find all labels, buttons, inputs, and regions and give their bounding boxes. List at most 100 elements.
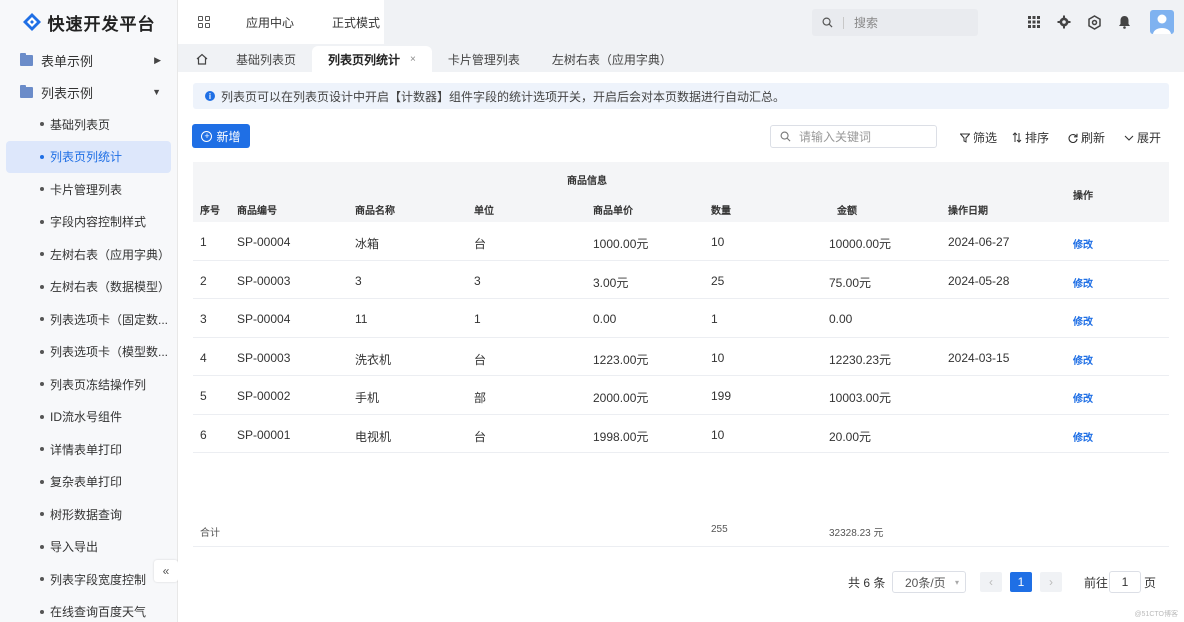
- sidebar-item-label: 基础列表页: [50, 117, 111, 132]
- cell-code: SP-00004: [237, 312, 291, 326]
- edit-link[interactable]: 修改: [1073, 236, 1093, 251]
- settings-icon[interactable]: [1086, 14, 1102, 30]
- next-page-button[interactable]: ›: [1040, 572, 1062, 592]
- user-avatar[interactable]: [1150, 10, 1174, 34]
- cell-price: 1998.00元: [593, 429, 649, 444]
- bullet-icon: [40, 544, 44, 549]
- refresh-button[interactable]: 刷新: [1068, 129, 1105, 146]
- chevron-down-icon: ▾: [954, 577, 959, 587]
- menu-group-list-examples[interactable]: 列表示例 ▼: [0, 76, 177, 108]
- sidebar-item[interactable]: 详情表单打印: [6, 433, 171, 466]
- cell-unit: 台: [474, 429, 487, 444]
- cell-code: SP-00003: [237, 273, 291, 288]
- tab-home[interactable]: [178, 46, 220, 72]
- sidebar-item[interactable]: 列表字段宽度控制: [6, 563, 171, 596]
- sidebar-item-label: 列表选项卡（固定数...: [50, 312, 169, 327]
- cell-name: 手机: [355, 391, 380, 405]
- sidebar-item-label: 详情表单打印: [50, 442, 123, 457]
- sidebar-item[interactable]: 复杂表单打印: [6, 466, 171, 499]
- bell-icon[interactable]: [1116, 14, 1132, 30]
- nav-app-center[interactable]: 应用中心: [246, 14, 294, 31]
- sidebar-item[interactable]: 列表页列统计: [6, 140, 171, 173]
- cell-name: 冰箱: [355, 237, 380, 251]
- plus-icon: +: [201, 130, 213, 142]
- sidebar-item[interactable]: 左树右表（应用字典）: [6, 238, 171, 271]
- page-size-select[interactable]: 20条/页 ▾: [892, 571, 966, 593]
- sidebar-item-label: 列表字段宽度控制: [50, 572, 147, 587]
- goto-page-input[interactable]: 1: [1109, 571, 1141, 593]
- edit-link[interactable]: 修改: [1073, 390, 1093, 405]
- menu-group-label: 列表示例: [41, 85, 94, 101]
- sidebar-item[interactable]: 导入导出: [6, 531, 171, 564]
- cell-seq: 3: [200, 312, 207, 326]
- tab-basic-list[interactable]: 基础列表页: [220, 46, 312, 72]
- summary-label: 合计: [200, 528, 220, 539]
- search-placeholder: 搜索: [854, 16, 879, 30]
- column-header: 商品单价: [593, 206, 633, 217]
- main-content: i 列表页可以在列表页设计中开启【计数器】组件字段的统计选项开关，开启后会对本页…: [178, 72, 1184, 622]
- bullet-icon: [40, 609, 44, 614]
- sidebar-item-label: 字段内容控制样式: [50, 215, 147, 230]
- column-header: 操作日期: [948, 206, 988, 217]
- sidebar-item-label: 列表选项卡（模型数...: [50, 345, 169, 360]
- tab-card-list[interactable]: 卡片管理列表: [432, 46, 536, 72]
- global-search-input[interactable]: 搜索: [812, 9, 978, 36]
- cell-qty: 10: [711, 350, 725, 365]
- refresh-icon: [1068, 133, 1078, 143]
- keyword-search-input[interactable]: 请输入关键词: [770, 125, 937, 148]
- summary-row: 合计 255 32328.23 元: [193, 517, 1169, 547]
- cell-seq: 2: [200, 273, 207, 288]
- sidebar-item[interactable]: 左树右表（数据模型）: [6, 271, 171, 304]
- sidebar-item[interactable]: ID流水号组件: [6, 401, 171, 434]
- sidebar-item[interactable]: 列表选项卡（固定数...: [6, 303, 171, 336]
- expand-button[interactable]: 展开: [1124, 129, 1161, 146]
- table-header: 商品信息 序号 商品编号 商品名称 单位 商品单价 数量 金额 操作日期 操作: [193, 162, 1169, 222]
- edit-link[interactable]: 修改: [1073, 352, 1093, 367]
- sidebar-item[interactable]: 列表页冻结操作列: [6, 368, 171, 401]
- gear-icon[interactable]: [1056, 14, 1072, 30]
- add-button[interactable]: + 新增: [192, 124, 250, 148]
- bullet-icon: [40, 382, 44, 387]
- sidebar-item[interactable]: 卡片管理列表: [6, 173, 171, 206]
- cell-amount: 0.00: [829, 312, 853, 326]
- tab-list-statistics[interactable]: 列表页列统计 ×: [312, 46, 432, 72]
- bullet-icon: [40, 447, 44, 452]
- cell-unit: 1: [474, 312, 481, 326]
- app-logo[interactable]: 快速开发平台: [0, 0, 177, 44]
- sidebar-item[interactable]: 字段内容控制样式: [6, 206, 171, 239]
- nav-mode[interactable]: 正式模式: [332, 14, 380, 31]
- menu-group-form-examples[interactable]: 表单示例 ▶: [0, 44, 177, 76]
- edit-link[interactable]: 修改: [1073, 429, 1093, 444]
- filter-button[interactable]: 筛选: [960, 129, 997, 146]
- page-number-current[interactable]: 1: [1010, 572, 1032, 592]
- prev-page-button[interactable]: ‹: [980, 572, 1002, 592]
- sidebar-item[interactable]: 基础列表页: [6, 108, 171, 141]
- refresh-label: 刷新: [1081, 131, 1106, 145]
- expand-label: 展开: [1137, 131, 1162, 145]
- cell-code: SP-00003: [237, 350, 291, 365]
- filter-label: 筛选: [973, 131, 998, 145]
- apps-grid-icon[interactable]: [198, 16, 210, 28]
- sort-button[interactable]: 排序: [1012, 129, 1049, 146]
- cell-price: 2000.00元: [593, 391, 649, 405]
- summary-amount: 32328.23 元: [829, 528, 884, 539]
- data-table: 商品信息 序号 商品编号 商品名称 单位 商品单价 数量 金额 操作日期 操作 …: [193, 162, 1169, 547]
- edit-link[interactable]: 修改: [1073, 275, 1093, 290]
- sort-label: 排序: [1025, 131, 1050, 145]
- sidebar-item[interactable]: 树形数据查询: [6, 498, 171, 531]
- sidebar-item[interactable]: 列表选项卡（模型数...: [6, 336, 171, 369]
- collapse-sidebar-button[interactable]: «: [154, 560, 178, 582]
- column-header: 数量: [711, 206, 731, 217]
- bullet-icon: [40, 349, 44, 354]
- folder-icon: [20, 84, 33, 98]
- bullet-icon: [40, 122, 44, 127]
- cell-seq: 1: [200, 235, 207, 249]
- close-icon[interactable]: ×: [410, 54, 416, 65]
- sidebar-item[interactable]: 在线查询百度天气: [6, 596, 171, 622]
- edit-link[interactable]: 修改: [1073, 313, 1093, 328]
- tab-left-tree-right-table[interactable]: 左树右表（应用字典）: [536, 46, 688, 72]
- apps-icon[interactable]: [1026, 14, 1042, 30]
- table-row: 5 SP-00002 手机 部 2000.00元 199 10003.00元 修改: [193, 376, 1169, 415]
- cell-price: 0.00: [593, 312, 617, 326]
- bullet-icon: [40, 154, 44, 159]
